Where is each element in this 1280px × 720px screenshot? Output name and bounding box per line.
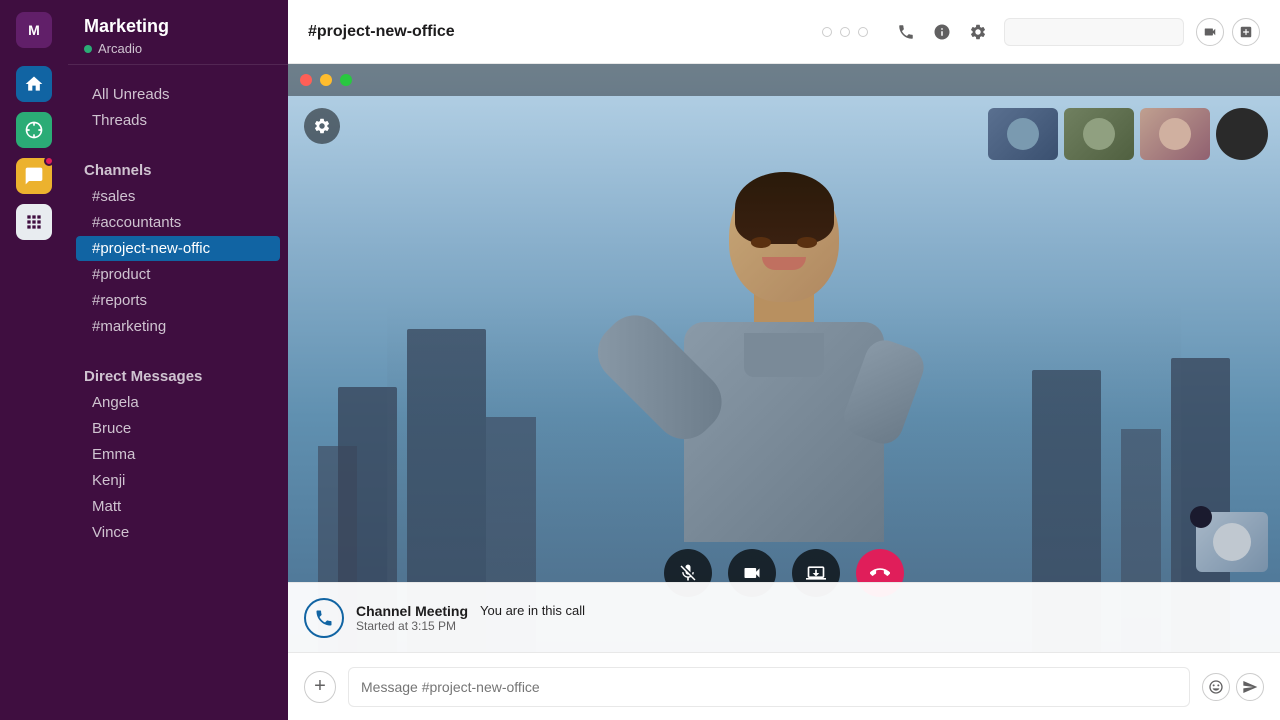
thumbnail-1 — [988, 108, 1058, 160]
dm-section: Direct Messages Angela Bruce Emma Kenji … — [68, 344, 288, 550]
thumbnail-bottom-right — [1196, 512, 1268, 572]
call-started-time: Started at 3:15 PM — [356, 619, 1264, 633]
sidebar-item-emma[interactable]: Emma — [76, 442, 280, 467]
window-chrome — [288, 64, 1280, 96]
sidebar-item-accountants[interactable]: #accountants — [76, 210, 280, 235]
dm-header: Direct Messages — [68, 360, 288, 389]
notification-badge — [44, 156, 54, 166]
sidebar-item-vince[interactable]: Vince — [76, 520, 280, 545]
call-phone-icon — [304, 598, 344, 638]
sidebar-item-kenji[interactable]: Kenji — [76, 468, 280, 493]
thumbnail-3 — [1140, 108, 1210, 160]
dot-3 — [858, 27, 868, 37]
dms-icon[interactable] — [16, 158, 52, 194]
topbar-right-icons — [1196, 18, 1260, 46]
channel-title: #project-new-office — [308, 23, 810, 41]
call-desc: You are in this call — [480, 603, 585, 618]
call-title: Channel Meeting — [356, 603, 468, 619]
call-info: Channel Meeting You are in this call Sta… — [356, 603, 1264, 633]
user-status: Arcadio — [84, 41, 272, 56]
send-icon[interactable] — [1236, 673, 1264, 701]
thumbnail-2 — [1064, 108, 1134, 160]
sidebar-item-all-unreads[interactable]: All Unreads — [76, 82, 280, 107]
info-icon[interactable] — [928, 18, 956, 46]
dot-1 — [822, 27, 832, 37]
apps-icon[interactable] — [16, 204, 52, 240]
thumbnails-container — [988, 108, 1268, 160]
video-call: Channel Meeting You are in this call Sta… — [288, 64, 1280, 652]
sidebar-item-sales[interactable]: #sales — [76, 184, 280, 209]
home-icon[interactable] — [16, 66, 52, 102]
dot-2 — [840, 27, 850, 37]
dot-indicator — [1190, 506, 1212, 528]
topbar: #project-new-office — [288, 0, 1280, 64]
sidebar-header: Marketing Arcadio — [68, 0, 288, 65]
add-icon[interactable] — [1232, 18, 1260, 46]
topbar-dots — [822, 27, 868, 37]
window-minimize-btn[interactable] — [320, 74, 332, 86]
sidebar-item-angela[interactable]: Angela — [76, 390, 280, 415]
icon-rail: M — [0, 0, 68, 720]
add-attachment-button[interactable]: + — [304, 671, 336, 703]
message-right-icons — [1202, 673, 1264, 701]
user-name: Arcadio — [98, 41, 142, 56]
search-input[interactable] — [1004, 18, 1184, 46]
call-notification: Channel Meeting You are in this call Sta… — [288, 582, 1280, 652]
sidebar-item-product[interactable]: #product — [76, 262, 280, 287]
video-container: Channel Meeting You are in this call Sta… — [288, 64, 1280, 720]
thumbnail-dark — [1216, 108, 1268, 160]
sidebar-item-project-new-office[interactable]: #project-new-offic — [76, 236, 280, 261]
status-dot — [84, 45, 92, 53]
workspace-name[interactable]: Marketing — [84, 16, 272, 37]
nav-section: All Unreads Threads — [68, 65, 288, 138]
topbar-icons — [892, 18, 992, 46]
emoji-icon[interactable] — [1202, 673, 1230, 701]
channels-header: Channels — [68, 154, 288, 183]
video-toggle-icon[interactable] — [1196, 18, 1224, 46]
sidebar-item-threads[interactable]: Threads — [76, 108, 280, 133]
sidebar: Marketing Arcadio All Unreads Threads Ch… — [68, 0, 288, 720]
sidebar-item-reports[interactable]: #reports — [76, 288, 280, 313]
workspace-avatar[interactable]: M — [16, 12, 52, 48]
sidebar-item-matt[interactable]: Matt — [76, 494, 280, 519]
mentions-icon[interactable] — [16, 112, 52, 148]
call-icon[interactable] — [892, 18, 920, 46]
window-close-btn[interactable] — [300, 74, 312, 86]
main-content: #project-new-office — [288, 0, 1280, 720]
sidebar-item-bruce[interactable]: Bruce — [76, 416, 280, 441]
channels-section: Channels #sales #accountants #project-ne… — [68, 138, 288, 344]
message-input[interactable] — [348, 667, 1190, 707]
video-settings-icon[interactable] — [304, 108, 340, 144]
message-bar: + — [288, 652, 1280, 720]
window-maximize-btn[interactable] — [340, 74, 352, 86]
sidebar-item-marketing[interactable]: #marketing — [76, 314, 280, 339]
settings-icon[interactable] — [964, 18, 992, 46]
